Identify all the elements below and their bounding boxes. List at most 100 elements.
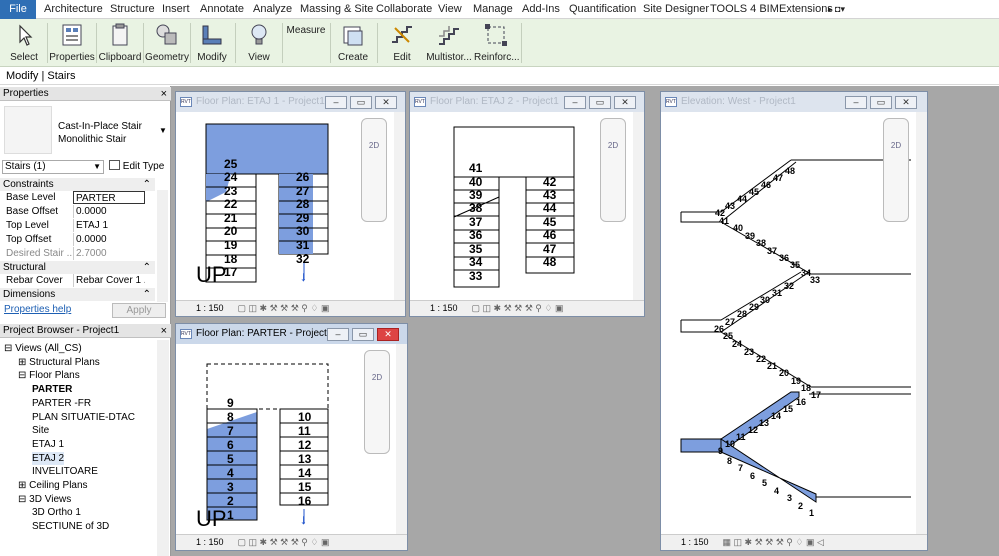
browser-item-label: Structural Plans xyxy=(29,356,100,368)
browser-item[interactable]: ⊟ 3D Views xyxy=(18,493,71,506)
tree-toggle-icon[interactable]: ⊟ xyxy=(18,370,29,381)
more-tabs-icon[interactable]: ▸ ◘▾ xyxy=(828,0,845,19)
browser-item[interactable]: ⊟ Floor Plans xyxy=(18,369,80,382)
tree-toggle-icon[interactable]: ⊞ xyxy=(18,480,29,491)
tab-view[interactable]: View xyxy=(438,0,462,19)
multistory-button[interactable]: Multistor... xyxy=(426,19,472,67)
close-button[interactable]: ✕ xyxy=(614,96,636,109)
prop-row-top-offset[interactable]: Top Offset 0.0000 xyxy=(0,233,155,246)
minimize-button[interactable]: – xyxy=(845,96,867,109)
browser-item[interactable]: 3D Ortho 1 xyxy=(32,506,81,519)
cursor-icon xyxy=(19,24,33,46)
file-tab[interactable]: File xyxy=(0,0,36,19)
measure-button[interactable]: Measure xyxy=(284,19,328,67)
prop-row-rebar-cover[interactable]: Rebar Cover Rebar Cover 1 ... xyxy=(0,274,155,287)
tab-tools-4-bim[interactable]: TOOLS 4 BIM xyxy=(710,0,779,19)
browser-item[interactable]: ⊟ Views (All_CS) xyxy=(4,342,82,355)
close-icon[interactable]: × xyxy=(161,87,167,101)
navigation-bar[interactable]: 2D xyxy=(364,350,390,454)
close-icon[interactable]: × xyxy=(161,324,167,338)
type-name[interactable]: Cast-In-Place Stair Monolithic Stair xyxy=(58,120,142,146)
restore-button[interactable]: ▭ xyxy=(352,328,374,341)
chevron-down-icon[interactable]: ▼ xyxy=(159,126,167,135)
vertical-scrollbar[interactable] xyxy=(916,112,927,534)
riser-number: 44 xyxy=(737,194,748,204)
navigation-bar[interactable]: 2D xyxy=(600,118,626,222)
tab-quantification[interactable]: Quantification xyxy=(569,0,636,19)
tab-add-ins[interactable]: Add-Ins xyxy=(522,0,560,19)
browser-item[interactable]: ⊞ Ceiling Plans xyxy=(18,479,88,492)
tab-site-designer[interactable]: Site Designer xyxy=(643,0,709,19)
minimize-button[interactable]: – xyxy=(325,96,347,109)
apply-button[interactable]: Apply xyxy=(112,303,166,318)
tab-massing-site[interactable]: Massing & Site xyxy=(300,0,373,19)
browser-item[interactable]: INVELITOARE xyxy=(32,465,98,478)
view-elevation-west[interactable]: RVT Elevation: West - Project1 – ▭ ✕ 2D 1… xyxy=(660,91,928,551)
browser-item[interactable]: ETAJ 2 xyxy=(32,451,65,465)
properties-scrollbar[interactable] xyxy=(157,190,168,302)
minimize-button[interactable]: – xyxy=(564,96,586,109)
prop-row-desired-stair[interactable]: Desired Stair ... 2.7000 xyxy=(0,247,155,260)
riser-number: 28 xyxy=(737,309,748,319)
properties-button[interactable]: Properties xyxy=(49,19,95,67)
edit-stairs-button[interactable]: Edit xyxy=(380,19,424,67)
browser-item[interactable]: ETAJ 1 xyxy=(32,438,64,451)
clipboard-button[interactable]: Clipboard xyxy=(98,19,142,67)
vertical-scrollbar[interactable] xyxy=(394,112,405,300)
group-structural[interactable]: Structural ⌃ xyxy=(0,261,155,274)
browser-item-label: 3D Views xyxy=(29,493,72,505)
view-floor-plan-etaj1[interactable]: RVT Floor Plan: ETAJ 1 - Project1 – ▭ ✕ U… xyxy=(175,91,406,317)
reinforcement-button[interactable]: Reinforc... xyxy=(474,19,520,67)
browser-scrollbar[interactable] xyxy=(157,340,169,556)
tree-toggle-icon[interactable]: ⊞ xyxy=(18,357,29,368)
group-dimensions[interactable]: Dimensions ⌃ xyxy=(0,288,155,301)
edit-type-button[interactable]: Edit Type xyxy=(109,160,164,174)
prop-row-base-level[interactable]: Base Level PARTER xyxy=(0,191,155,204)
group-constraints[interactable]: Constraints ⌃ xyxy=(0,178,155,191)
browser-item[interactable]: Site xyxy=(32,424,49,437)
tree-toggle-icon[interactable]: ⊟ xyxy=(4,343,15,354)
prop-row-top-level[interactable]: Top Level ETAJ 1 xyxy=(0,219,155,232)
close-button[interactable]: ✕ xyxy=(375,96,397,109)
riser-number: 9 xyxy=(227,396,234,410)
vertical-scrollbar[interactable] xyxy=(396,344,407,534)
vertical-scrollbar[interactable] xyxy=(633,112,644,300)
tree-toggle-icon[interactable]: ⊟ xyxy=(18,494,29,505)
tab-analyze[interactable]: Analyze xyxy=(253,0,292,19)
restore-button[interactable]: ▭ xyxy=(589,96,611,109)
browser-item[interactable]: SECTIUNE of 3D xyxy=(32,520,109,533)
riser-number: 11 xyxy=(298,424,311,438)
riser-number: 11 xyxy=(736,432,746,442)
prop-row-base-offset[interactable]: Base Offset 0.0000 xyxy=(0,205,155,218)
tab-collaborate[interactable]: Collaborate xyxy=(376,0,432,19)
navigation-bar[interactable]: 2D xyxy=(361,118,387,222)
tab-architecture[interactable]: Architecture xyxy=(44,0,103,19)
modify-button[interactable]: Modify xyxy=(192,19,232,67)
clipboard-icon xyxy=(112,23,128,46)
minimize-button[interactable]: – xyxy=(327,328,349,341)
view-floor-plan-etaj2[interactable]: RVT Floor Plan: ETAJ 2 - Project1 – ▭ ✕ 2… xyxy=(409,91,645,317)
geometry-button[interactable]: Geometry xyxy=(145,19,189,67)
browser-item[interactable]: PARTER -FR xyxy=(32,397,91,410)
tab-extensions[interactable]: Extensions xyxy=(779,0,833,19)
restore-button[interactable]: ▭ xyxy=(870,96,892,109)
tab-annotate[interactable]: Annotate xyxy=(200,0,244,19)
restore-button[interactable]: ▭ xyxy=(350,96,372,109)
properties-help-link[interactable]: Properties help xyxy=(4,304,71,315)
tab-insert[interactable]: Insert xyxy=(162,0,190,19)
browser-item[interactable]: PARTER xyxy=(32,383,72,396)
navigation-bar[interactable]: 2D xyxy=(883,118,909,222)
browser-item[interactable]: PLAN SITUATIE-DTAC xyxy=(32,411,135,424)
select-button[interactable]: Select xyxy=(2,19,46,67)
riser-number: 21 xyxy=(767,361,778,371)
instance-selector[interactable]: Stairs (1) ▼ xyxy=(2,160,104,174)
view-button[interactable]: View xyxy=(238,19,280,67)
tab-structure[interactable]: Structure xyxy=(110,0,155,19)
tab-manage[interactable]: Manage xyxy=(473,0,513,19)
riser-number: 5 xyxy=(762,478,768,488)
browser-item[interactable]: ⊞ Structural Plans xyxy=(18,356,100,369)
create-button[interactable]: Create xyxy=(332,19,374,67)
close-button[interactable]: ✕ xyxy=(895,96,917,109)
close-button[interactable]: ✕ xyxy=(377,328,399,341)
view-floor-plan-parter[interactable]: RVT Floor Plan: PARTER - Project1 – ▭ ✕ U… xyxy=(175,323,408,551)
